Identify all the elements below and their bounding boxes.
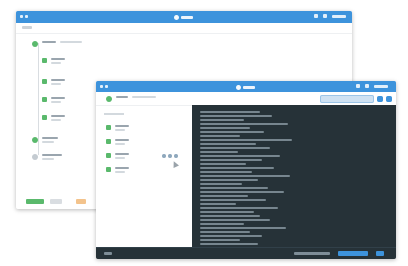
bottombar-status xyxy=(294,252,330,255)
item-icon xyxy=(106,153,111,158)
copy-icon[interactable] xyxy=(168,154,172,158)
item-icon xyxy=(42,97,47,102)
tree-item-node[interactable] xyxy=(42,58,65,64)
console-log-line xyxy=(200,159,262,161)
bottombar-label xyxy=(104,252,112,255)
logo-icon xyxy=(236,84,255,90)
console-log-line xyxy=(200,115,272,117)
console-log-line xyxy=(200,155,280,157)
console-log-line xyxy=(200,243,258,245)
back-titlebar-actions xyxy=(314,14,346,18)
secondary-footer-button[interactable] xyxy=(50,199,62,204)
console-log-line xyxy=(200,215,260,217)
console-log-line xyxy=(200,131,264,133)
play-icon[interactable] xyxy=(377,96,383,102)
front-window xyxy=(96,81,396,259)
logo-icon xyxy=(174,14,193,20)
notifications-icon[interactable] xyxy=(365,84,369,88)
console-log-line xyxy=(200,151,238,153)
settings-icon[interactable] xyxy=(356,84,360,88)
primary-footer-button[interactable] xyxy=(26,199,44,204)
bottombar-primary-button[interactable] xyxy=(338,251,368,256)
console-log-line xyxy=(200,123,288,125)
console-log-line xyxy=(200,139,292,141)
console-log-line xyxy=(200,219,270,221)
header-actions xyxy=(320,95,392,103)
sidebar-item[interactable] xyxy=(106,125,129,131)
bottombar-icon-button[interactable] xyxy=(376,251,384,256)
item-icon xyxy=(42,79,47,84)
tree-group-node[interactable] xyxy=(32,41,82,47)
front-titlebar-actions xyxy=(356,84,388,88)
console-log-line xyxy=(200,211,254,213)
settings-icon[interactable] xyxy=(314,14,318,18)
user-menu[interactable] xyxy=(332,14,346,18)
console-log-line xyxy=(200,127,250,129)
console-log-line xyxy=(200,239,240,241)
sidebar-item[interactable] xyxy=(106,153,129,159)
back-breadcrumb xyxy=(16,23,352,34)
tree-group-node[interactable] xyxy=(32,154,62,160)
front-titlebar xyxy=(96,81,396,92)
console-log-line xyxy=(200,167,274,169)
group-icon xyxy=(32,137,38,143)
front-titlebar-menu[interactable] xyxy=(100,85,108,88)
back-titlebar-menu[interactable] xyxy=(20,15,28,18)
console-log-line xyxy=(200,135,240,137)
console-log-line xyxy=(200,163,246,165)
console-log-line xyxy=(200,231,250,233)
console-log-line xyxy=(200,227,286,229)
run-button[interactable] xyxy=(320,95,374,103)
tree-group-node[interactable] xyxy=(32,137,58,143)
notifications-icon[interactable] xyxy=(323,14,327,18)
row-hover-actions xyxy=(162,154,178,158)
item-icon xyxy=(42,58,47,63)
delete-icon[interactable] xyxy=(174,154,178,158)
user-menu[interactable] xyxy=(374,84,388,88)
back-titlebar xyxy=(16,11,352,23)
cursor-icon xyxy=(171,160,179,168)
sidebar-item[interactable] xyxy=(106,167,129,173)
console-log-line xyxy=(200,179,258,181)
group-icon xyxy=(32,41,38,47)
console-log-line xyxy=(200,223,244,225)
tertiary-footer-button[interactable] xyxy=(76,199,86,204)
tree-item-node[interactable] xyxy=(42,115,65,121)
console-log-line xyxy=(200,235,262,237)
item-icon xyxy=(106,139,111,144)
console-log-line xyxy=(200,191,284,193)
current-node xyxy=(106,96,156,102)
console-log-line xyxy=(200,207,278,209)
item-icon xyxy=(106,167,111,172)
console-log-line xyxy=(200,111,260,113)
tree-item-node[interactable] xyxy=(42,97,65,103)
console-log-line xyxy=(200,199,266,201)
stop-icon[interactable] xyxy=(386,96,392,102)
console-log-line xyxy=(200,171,252,173)
item-icon xyxy=(106,125,111,130)
console-log-line xyxy=(200,187,268,189)
console-log-line xyxy=(200,195,248,197)
group-icon xyxy=(32,154,38,160)
sidebar-item[interactable] xyxy=(106,139,129,145)
console-log-line xyxy=(200,203,236,205)
tree-item-node[interactable] xyxy=(42,79,65,85)
console-log-line xyxy=(200,175,290,177)
front-header xyxy=(96,92,396,106)
item-icon xyxy=(42,115,47,120)
console-log-line xyxy=(200,147,270,149)
edit-icon[interactable] xyxy=(162,154,166,158)
front-bottombar xyxy=(96,247,396,259)
sidebar-heading xyxy=(104,113,124,115)
group-icon xyxy=(106,96,112,102)
console-output xyxy=(192,105,396,248)
console-log-line xyxy=(200,183,242,185)
console-log-line xyxy=(200,143,256,145)
console-log-line xyxy=(200,119,244,121)
